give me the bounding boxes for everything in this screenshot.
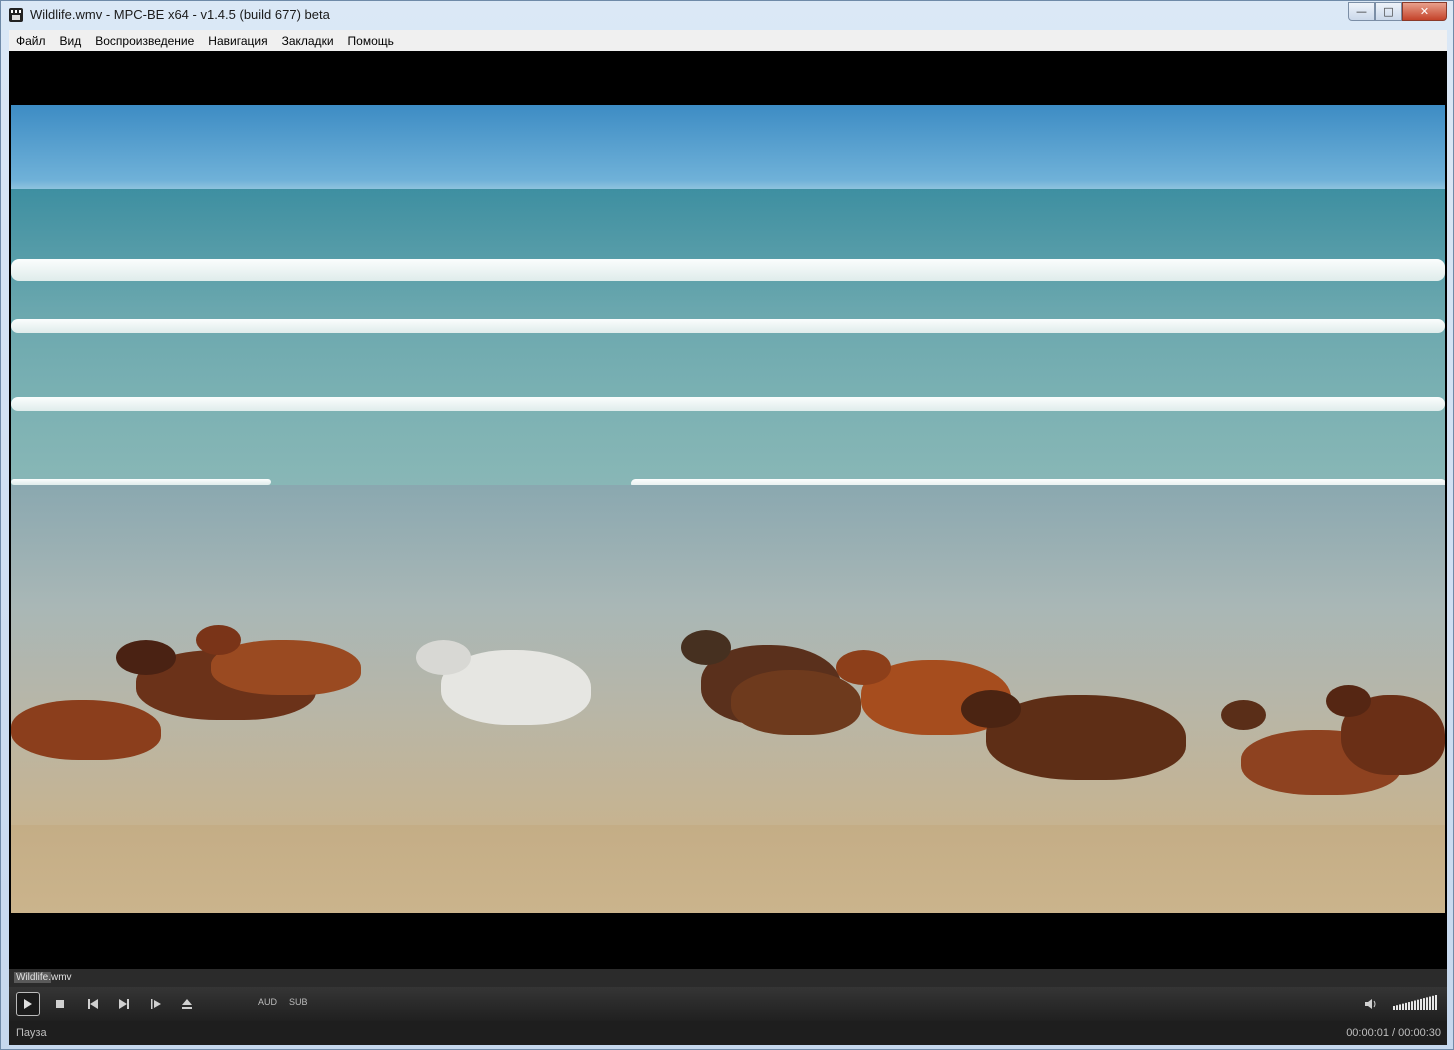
volume-bar <box>1402 1003 1404 1010</box>
volume-bar <box>1423 998 1425 1010</box>
current-filename: Wildlife.wmv <box>14 972 74 983</box>
video-frame <box>11 105 1445 913</box>
volume-bar <box>1408 1002 1410 1010</box>
menu-view[interactable]: Вид <box>53 34 89 48</box>
volume-bar <box>1420 998 1422 1010</box>
menu-bookmarks[interactable]: Закладки <box>275 34 341 48</box>
eject-icon <box>181 998 193 1010</box>
window-title: Wildlife.wmv - MPC-BE x64 - v1.4.5 (buil… <box>30 7 330 22</box>
volume-bar <box>1435 995 1437 1010</box>
stop-button[interactable] <box>50 994 70 1014</box>
menu-navigation[interactable]: Навигация <box>201 34 274 48</box>
menu-help[interactable]: Помощь <box>341 34 401 48</box>
next-button[interactable] <box>114 994 134 1014</box>
close-button[interactable]: ✕ <box>1402 2 1447 21</box>
menu-bar: Файл Вид Воспроизведение Навигация Закла… <box>9 30 1447 51</box>
video-sky <box>11 105 1445 193</box>
volume-bars <box>1393 995 1437 1010</box>
status-bar: Пауза 00:00:01 / 00:00:30 <box>9 1021 1447 1045</box>
video-sea <box>11 189 1445 489</box>
volume-bar <box>1411 1001 1413 1010</box>
mute-button[interactable] <box>1361 994 1381 1014</box>
volume-bar <box>1399 1004 1401 1010</box>
video-sand <box>11 825 1445 913</box>
title-bar[interactable]: Wildlife.wmv - MPC-BE x64 - v1.4.5 (buil… <box>1 1 1453 29</box>
play-icon <box>23 998 33 1010</box>
playback-toolbar: AUD SUB <box>9 987 1447 1021</box>
maximize-button[interactable]: □ <box>1375 2 1402 21</box>
volume-bar <box>1414 1000 1416 1010</box>
eject-button[interactable] <box>177 994 197 1014</box>
volume-bar <box>1405 1002 1407 1010</box>
app-clapperboard-icon[interactable] <box>9 8 23 22</box>
menu-playback[interactable]: Воспроизведение <box>88 34 201 48</box>
volume-slider[interactable] <box>1393 995 1439 1011</box>
filename-bar: Wildlife.wmv <box>9 969 1447 987</box>
volume-bar <box>1393 1006 1395 1010</box>
menu-file[interactable]: Файл <box>9 34 53 48</box>
volume-bar <box>1432 995 1434 1010</box>
next-icon <box>118 998 130 1010</box>
minimize-button[interactable]: — <box>1348 2 1375 21</box>
audio-track-button[interactable]: AUD <box>258 997 277 1007</box>
volume-bar <box>1396 1005 1398 1010</box>
play-button[interactable] <box>16 992 40 1016</box>
volume-bar <box>1426 997 1428 1010</box>
frame-step-button[interactable] <box>146 994 166 1014</box>
volume-bar <box>1429 996 1431 1010</box>
subtitle-track-button[interactable]: SUB <box>289 997 308 1007</box>
playback-status: Пауза <box>16 1027 47 1039</box>
previous-icon <box>87 998 99 1010</box>
frame-step-icon <box>150 998 162 1010</box>
window-controls: — □ ✕ <box>1348 2 1447 21</box>
volume-bar <box>1417 999 1419 1010</box>
stop-icon <box>55 999 65 1009</box>
playback-time: 00:00:01 / 00:00:30 <box>1346 1027 1441 1039</box>
previous-button[interactable] <box>83 994 103 1014</box>
speaker-icon <box>1364 998 1378 1010</box>
video-area[interactable] <box>9 51 1447 969</box>
app-window: Wildlife.wmv - MPC-BE x64 - v1.4.5 (buil… <box>0 0 1454 1050</box>
